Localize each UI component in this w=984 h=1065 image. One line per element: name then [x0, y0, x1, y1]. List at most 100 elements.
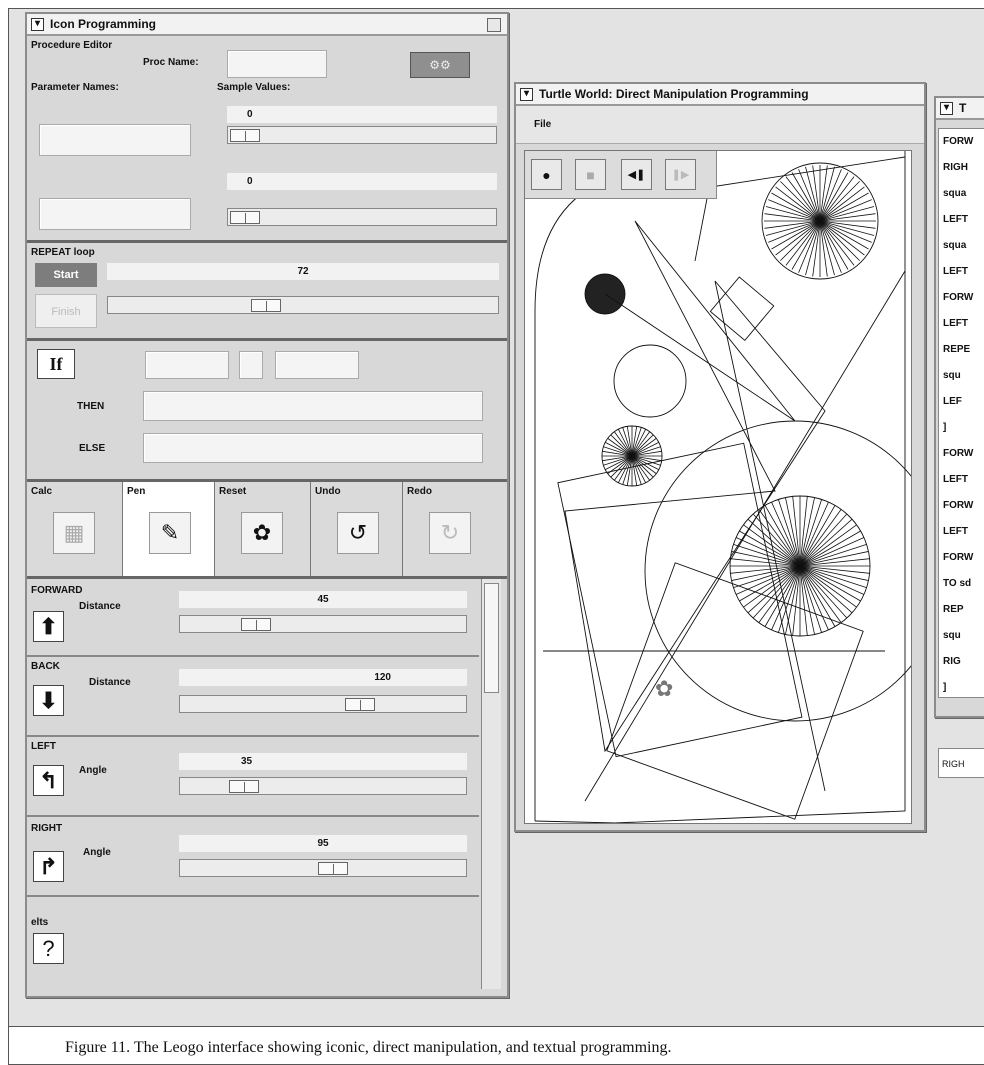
close-icon[interactable]: [487, 18, 501, 32]
code-listing[interactable]: FORW RIGH squa LEFT squa LEFT FORW LEFT REPE squ…: [938, 128, 984, 698]
turtle-icon[interactable]: ✿: [655, 677, 673, 702]
misc-command: elts ?: [27, 899, 479, 991]
turtle-window-titlebar[interactable]: ▾ Turtle World: Direct Manipulation Prog…: [516, 84, 924, 106]
proc-name-label: Proc Name:: [143, 57, 199, 68]
record-button[interactable]: ●: [531, 159, 562, 190]
slider-thumb[interactable]: [318, 862, 348, 875]
code-line: squa: [943, 240, 967, 251]
back-distance-value: 120: [179, 669, 467, 686]
tool-pen[interactable]: Pen ✎: [123, 482, 215, 576]
parameter-names-label: Parameter Names:: [31, 82, 119, 93]
param-label: Distance: [79, 601, 121, 612]
code-line: FORW: [943, 448, 974, 459]
else-input[interactable]: [143, 433, 483, 463]
calculator-icon: ▦: [53, 512, 95, 554]
proc-name-input[interactable]: [227, 50, 327, 78]
window-menu-icon[interactable]: ▾: [31, 17, 44, 31]
tool-redo[interactable]: Redo ↻: [403, 482, 507, 576]
sample-value-slider-1[interactable]: [227, 126, 497, 144]
back-command: BACK ⬇ Distance 120: [27, 659, 479, 737]
run-procedure-button[interactable]: ⚙⚙: [410, 52, 470, 78]
spoke-line: [799, 537, 865, 567]
tool-calc[interactable]: Calc ▦: [27, 482, 123, 576]
slider-thumb[interactable]: [251, 299, 281, 312]
tool-label: Undo: [315, 486, 341, 497]
command-label: FORWARD: [31, 585, 83, 596]
slider-thumb[interactable]: [345, 698, 375, 711]
window-menu-icon[interactable]: ▾: [520, 87, 533, 101]
spoke-line: [614, 431, 633, 457]
code-line: RIG: [943, 656, 961, 667]
step-forward-button[interactable]: ❚▶: [665, 159, 696, 190]
repeat-start-button[interactable]: Start: [35, 263, 97, 287]
text-window-title: T: [959, 101, 967, 115]
code-line: FORW: [943, 552, 974, 563]
code-line: squ: [943, 630, 961, 641]
command-label: RIGHT: [31, 823, 63, 834]
playback-toolbar: ● ■ ◀❚ ❚▶: [525, 151, 717, 199]
code-line: squa: [943, 188, 967, 199]
tool-label: Calc: [31, 486, 53, 497]
spoke-line: [631, 455, 650, 481]
tool-label: Pen: [127, 486, 146, 497]
command-scrollbar[interactable]: [481, 579, 501, 989]
repeat-count-slider[interactable]: [107, 296, 499, 314]
tool-label: Reset: [219, 486, 247, 497]
spoke-line: [799, 565, 865, 595]
stop-button[interactable]: ■: [575, 159, 606, 190]
left-angle-slider[interactable]: [179, 777, 467, 795]
slider-thumb[interactable]: [230, 129, 260, 142]
redo-icon: ↻: [429, 512, 471, 554]
spoke-line: [819, 220, 835, 276]
window-menu-icon[interactable]: ▾: [940, 101, 953, 115]
command-palette: FORWARD ⬆ Distance 45 BACK ⬇ Distance 12…: [27, 579, 479, 991]
back-distance-slider[interactable]: [179, 695, 467, 713]
slider-thumb[interactable]: [229, 780, 259, 793]
help-icon[interactable]: ?: [33, 933, 64, 964]
parameter-name-input-1[interactable]: [39, 124, 191, 156]
step-back-button[interactable]: ◀❚: [621, 159, 652, 190]
code-line: TO sd: [943, 578, 972, 589]
arrow-up-icon[interactable]: ⬆: [33, 611, 64, 642]
spoke-line: [805, 220, 821, 276]
repeat-count-value: 72: [107, 263, 499, 280]
if-icon[interactable]: If: [37, 349, 75, 379]
turn-right-icon[interactable]: ↱: [33, 851, 64, 882]
menu-file[interactable]: File: [534, 119, 551, 130]
procedure-editor-label: Procedure Editor: [31, 40, 113, 51]
right-angle-slider[interactable]: [179, 859, 467, 877]
parameter-name-input-2[interactable]: [39, 198, 191, 230]
slider-thumb[interactable]: [241, 618, 271, 631]
sample-value-slider-2[interactable]: [227, 208, 497, 226]
then-input[interactable]: [143, 391, 483, 421]
condition-operator-input[interactable]: [239, 351, 263, 379]
menu-bar: File: [516, 106, 924, 144]
turn-left-icon[interactable]: ↰: [33, 765, 64, 796]
undo-icon: ↺: [337, 512, 379, 554]
command-input[interactable]: RIGH: [938, 748, 984, 778]
condition-left-input[interactable]: [145, 351, 229, 379]
left-angle-value: 35: [179, 753, 467, 770]
spoke-line: [771, 565, 801, 631]
tool-bar: Calc ▦ Pen ✎ Reset ✿ Undo ↺ Redo ↻: [27, 482, 507, 576]
sample-value-2: 0: [227, 173, 497, 190]
scrollbar-thumb[interactable]: [484, 583, 499, 693]
condition-right-input[interactable]: [275, 351, 359, 379]
tool-undo[interactable]: Undo ↺: [311, 482, 403, 576]
repeat-loop-label: REPEAT loop: [31, 247, 95, 258]
left-command: LEFT ↰ Angle 35: [27, 739, 479, 817]
arrow-down-icon[interactable]: ⬇: [33, 685, 64, 716]
spoke-line: [799, 565, 829, 631]
code-line: LEF: [943, 396, 962, 407]
code-line: LEFT: [943, 266, 968, 277]
icon-window-titlebar[interactable]: ▾ Icon Programming: [27, 14, 507, 36]
text-window-titlebar[interactable]: ▾ T: [936, 98, 984, 120]
slider-thumb[interactable]: [230, 211, 260, 224]
forward-distance-slider[interactable]: [179, 615, 467, 633]
turtle-canvas[interactable]: ✿ ● ■ ◀❚ ❚▶: [524, 150, 912, 824]
spoke-line: [735, 565, 801, 595]
tool-reset[interactable]: Reset ✿: [215, 482, 311, 576]
code-line: FORW: [943, 292, 974, 303]
repeat-finish-button[interactable]: Finish: [35, 294, 97, 328]
param-label: Angle: [79, 765, 107, 776]
